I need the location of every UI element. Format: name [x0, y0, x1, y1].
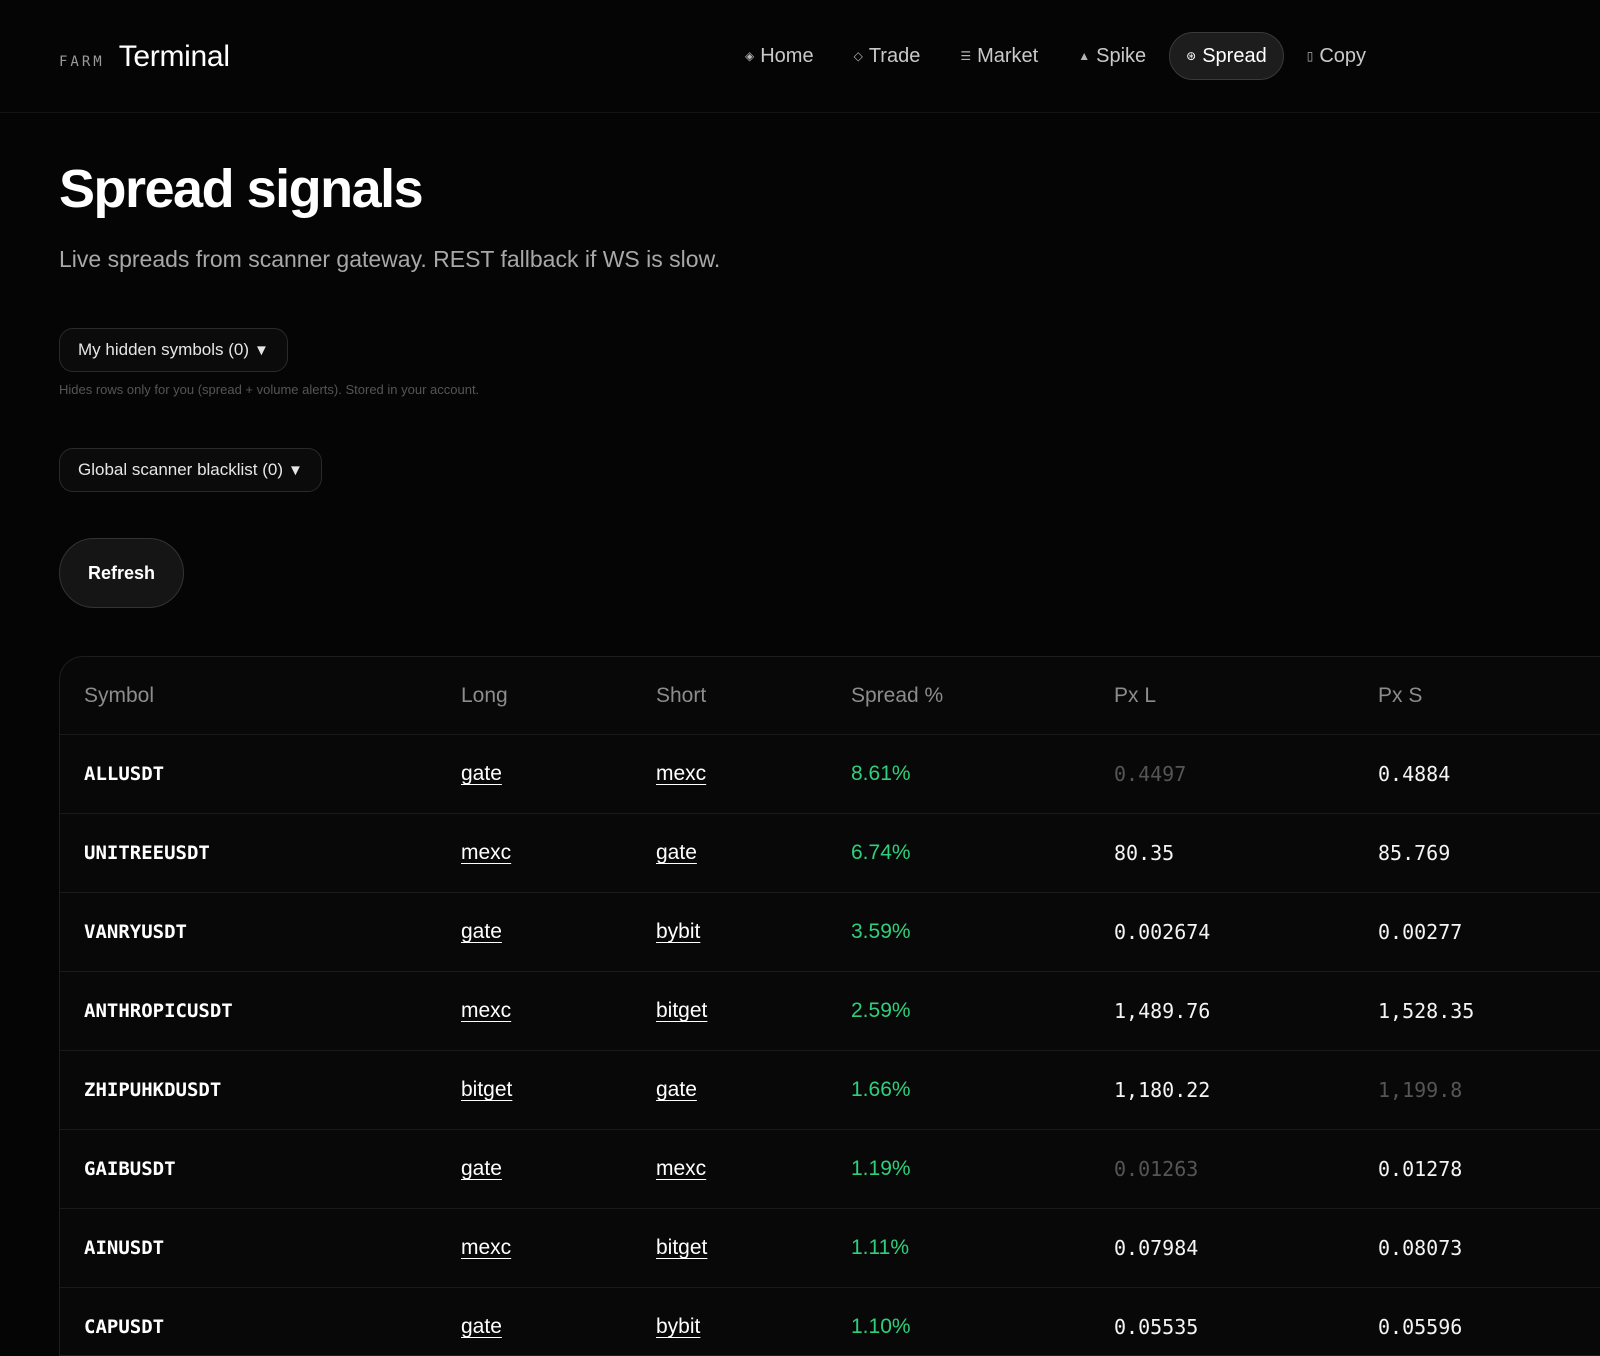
brand-logo[interactable]: FARM Terminal	[59, 40, 230, 74]
hidden-symbols-dropdown[interactable]: My hidden symbols (0) ▼	[59, 328, 288, 372]
row-price-long: 0.4497	[1114, 762, 1187, 786]
row-short-exchange-link[interactable]: bybit	[656, 893, 700, 971]
spike-triangle-icon: ▲	[1078, 49, 1091, 63]
nav-label-spike: Spike	[1096, 44, 1147, 67]
row-short-exchange-link[interactable]: bitget	[656, 1209, 707, 1287]
row-spread-value: 1.19%	[851, 1157, 911, 1180]
column-header-spread[interactable]: Spread %	[851, 657, 943, 734]
hidden-symbols-hint: Hides rows only for you (spread + volume…	[59, 382, 480, 397]
row-price-long: 0.05535	[1114, 1315, 1199, 1339]
row-price-short: 0.08073	[1378, 1236, 1463, 1260]
table-row[interactable]: CAPUSDT gate bybit 1.10% 0.05535 0.05596	[60, 1288, 1600, 1355]
row-short-exchange-link[interactable]: bitget	[656, 972, 707, 1050]
row-symbol: GAIBUSDT	[84, 1158, 176, 1180]
row-spread-value: 3.59%	[851, 920, 911, 943]
row-short-exchange-link[interactable]: bybit	[656, 1288, 700, 1355]
row-price-short: 1,528.35	[1378, 999, 1475, 1023]
nav-label-spread: Spread	[1202, 44, 1267, 67]
nav-item-trade[interactable]: ◇ Trade	[837, 32, 938, 80]
table-header: Symbol Long Short Spread % Px L Px S	[60, 657, 1600, 735]
table-row[interactable]: ZHIPUHKDUSDT bitget gate 1.66% 1,180.22 …	[60, 1051, 1600, 1130]
row-symbol: ANTHROPICUSDT	[84, 1000, 233, 1022]
brand-name: Terminal	[118, 40, 230, 73]
table-row[interactable]: AINUSDT mexc bitget 1.11% 0.07984 0.0807…	[60, 1209, 1600, 1288]
row-short-exchange-link[interactable]: mexc	[656, 1130, 706, 1208]
caret-down-icon: ▼	[254, 341, 269, 359]
spread-target-icon: ⊛	[1186, 49, 1197, 63]
page-subtitle: Live spreads from scanner gateway. REST …	[59, 246, 721, 272]
nav-label-copy: Copy	[1319, 44, 1367, 67]
row-price-long: 1,489.76	[1114, 999, 1211, 1023]
table-row[interactable]: VANRYUSDT gate bybit 3.59% 0.002674 0.00…	[60, 893, 1600, 972]
row-long-exchange-link[interactable]: gate	[461, 735, 502, 813]
nav-item-home[interactable]: ◈ Home	[728, 32, 831, 80]
row-price-long: 0.07984	[1114, 1236, 1199, 1260]
row-symbol: AINUSDT	[84, 1237, 165, 1259]
column-header-long[interactable]: Long	[461, 657, 508, 734]
nav-item-spike[interactable]: ▲ Spike	[1061, 32, 1163, 80]
spread-table: Symbol Long Short Spread % Px L Px S ALL…	[59, 656, 1600, 1356]
nav-item-spread[interactable]: ⊛ Spread	[1169, 32, 1284, 80]
row-spread-value: 1.11%	[851, 1236, 909, 1259]
row-spread-value: 2.59%	[851, 999, 911, 1022]
trade-diamond-icon: ◇	[853, 49, 863, 63]
nav-label-home: Home	[760, 44, 814, 67]
row-symbol: VANRYUSDT	[84, 921, 187, 943]
page-title: Spread signals	[59, 159, 424, 219]
nav-label-trade: Trade	[868, 44, 921, 67]
hidden-symbols-label: My hidden symbols (0)	[78, 340, 250, 359]
top-navigation-bar: FARM Terminal ◈ Home ◇ Trade ☰ Market ▲ …	[0, 0, 1600, 113]
brand-prefix: FARM	[59, 54, 105, 70]
global-blacklist-label: Global scanner blacklist (0)	[78, 460, 284, 479]
row-symbol: CAPUSDT	[84, 1316, 165, 1338]
home-icon: ◈	[745, 49, 755, 63]
row-short-exchange-link[interactable]: gate	[656, 1051, 697, 1129]
main-nav: ◈ Home ◇ Trade ☰ Market ▲ Spike ⊛ Spread…	[728, 32, 1389, 80]
table-row[interactable]: GAIBUSDT gate mexc 1.19% 0.01263 0.01278	[60, 1130, 1600, 1209]
row-spread-value: 6.74%	[851, 841, 911, 864]
caret-down-icon: ▼	[288, 461, 303, 479]
row-long-exchange-link[interactable]: gate	[461, 1288, 502, 1355]
column-header-px-long[interactable]: Px L	[1114, 657, 1156, 734]
column-header-symbol[interactable]: Symbol	[84, 657, 154, 734]
row-short-exchange-link[interactable]: mexc	[656, 735, 706, 813]
row-symbol: ALLUSDT	[84, 763, 165, 785]
row-price-short: 85.769	[1378, 841, 1451, 865]
nav-item-market[interactable]: ☰ Market	[943, 32, 1055, 80]
market-list-icon: ☰	[960, 49, 972, 63]
row-short-exchange-link[interactable]: gate	[656, 814, 697, 892]
row-long-exchange-link[interactable]: gate	[461, 1130, 502, 1208]
row-price-short: 0.4884	[1378, 762, 1451, 786]
row-spread-value: 8.61%	[851, 762, 911, 785]
nav-item-copy[interactable]: ▯ Copy	[1290, 32, 1383, 80]
refresh-button[interactable]: Refresh	[59, 538, 184, 608]
global-blacklist-dropdown[interactable]: Global scanner blacklist (0) ▼	[59, 448, 322, 492]
row-long-exchange-link[interactable]: mexc	[461, 814, 511, 892]
row-symbol: ZHIPUHKDUSDT	[84, 1079, 222, 1101]
row-price-long: 0.01263	[1114, 1157, 1199, 1181]
row-price-short: 0.05596	[1378, 1315, 1463, 1339]
copy-icon: ▯	[1306, 49, 1314, 63]
row-spread-value: 1.10%	[851, 1315, 911, 1338]
row-long-exchange-link[interactable]: gate	[461, 893, 502, 971]
row-price-long: 1,180.22	[1114, 1078, 1211, 1102]
row-price-short: 0.01278	[1378, 1157, 1463, 1181]
row-long-exchange-link[interactable]: bitget	[461, 1051, 512, 1129]
row-price-long: 0.002674	[1114, 920, 1211, 944]
table-row[interactable]: ALLUSDT gate mexc 8.61% 0.4497 0.4884	[60, 735, 1600, 814]
row-price-long: 80.35	[1114, 841, 1175, 865]
column-header-px-short[interactable]: Px S	[1378, 657, 1422, 734]
row-long-exchange-link[interactable]: mexc	[461, 972, 511, 1050]
row-price-short: 0.00277	[1378, 920, 1463, 944]
table-row[interactable]: UNITREEUSDT mexc gate 6.74% 80.35 85.769	[60, 814, 1600, 893]
row-spread-value: 1.66%	[851, 1078, 911, 1101]
column-header-short[interactable]: Short	[656, 657, 706, 734]
row-symbol: UNITREEUSDT	[84, 842, 210, 864]
row-price-short: 1,199.8	[1378, 1078, 1463, 1102]
row-long-exchange-link[interactable]: mexc	[461, 1209, 511, 1287]
table-row[interactable]: ANTHROPICUSDT mexc bitget 2.59% 1,489.76…	[60, 972, 1600, 1051]
nav-label-market: Market	[977, 44, 1039, 67]
